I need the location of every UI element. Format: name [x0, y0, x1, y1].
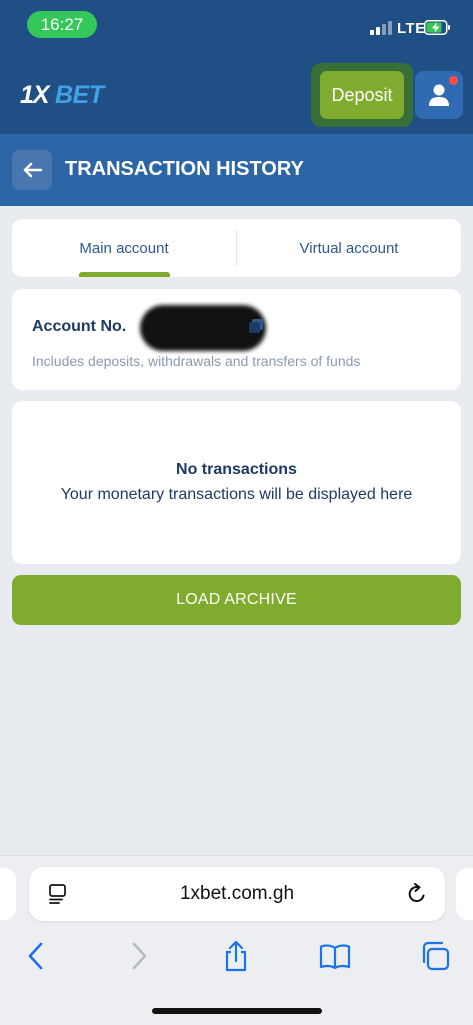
- account-description: Includes deposits, withdrawals and trans…: [32, 353, 361, 369]
- bookmarks-icon[interactable]: [319, 940, 351, 972]
- status-bar: 16:27 LTE: [0, 0, 473, 52]
- deposit-button[interactable]: Deposit: [320, 71, 404, 119]
- 1xbet-logo[interactable]: 1X BET: [20, 79, 115, 109]
- back-button[interactable]: [12, 150, 52, 190]
- redacted-account-number: [140, 305, 266, 351]
- previous-tab-preview[interactable]: [0, 868, 16, 920]
- app-header: 1X BET Deposit: [0, 52, 473, 134]
- browser-forward-icon[interactable]: [123, 940, 155, 972]
- network-type: LTE: [397, 20, 426, 37]
- transactions-empty-state: No transactions Your monetary transactio…: [12, 401, 461, 564]
- reload-icon[interactable]: [406, 883, 428, 905]
- battery-charging-icon: [424, 20, 450, 35]
- account-tabs: Main account Virtual account: [12, 219, 461, 277]
- svg-text:1X: 1X: [20, 81, 51, 109]
- tab-virtual-account[interactable]: Virtual account: [237, 219, 461, 277]
- svg-text:BET: BET: [55, 81, 107, 109]
- copy-icon[interactable]: [249, 319, 263, 333]
- next-tab-preview[interactable]: [456, 868, 473, 920]
- active-tab-indicator: [79, 272, 170, 277]
- address-bar[interactable]: 1xbet.com.gh: [29, 867, 445, 921]
- back-arrow-icon: [23, 162, 42, 178]
- share-icon[interactable]: [220, 940, 252, 972]
- url-text: 1xbet.com.gh: [179, 883, 295, 904]
- browser-toolbar: 1xbet.com.gh: [0, 855, 473, 1025]
- account-number-label: Account No.: [32, 318, 127, 335]
- status-time: 16:27: [27, 11, 97, 38]
- cellular-signal-icon: [370, 21, 394, 35]
- home-indicator: [152, 1008, 322, 1014]
- empty-state-title: No transactions: [176, 461, 297, 478]
- empty-state-description: Your monetary transactions will be displ…: [60, 486, 413, 503]
- page-title: TRANSACTION HISTORY: [65, 158, 304, 180]
- tab-main-account[interactable]: Main account: [12, 219, 236, 277]
- browser-back-icon[interactable]: [21, 940, 53, 972]
- account-card: Account No. Includes deposits, withdrawa…: [12, 289, 461, 390]
- deposit-highlight: Deposit: [311, 63, 413, 127]
- user-icon: [429, 84, 449, 106]
- load-archive-button[interactable]: LOAD ARCHIVE: [12, 575, 461, 625]
- profile-button[interactable]: [415, 71, 463, 119]
- page-title-bar: TRANSACTION HISTORY: [0, 134, 473, 206]
- notification-dot: [448, 75, 459, 86]
- tabs-icon[interactable]: [419, 940, 451, 972]
